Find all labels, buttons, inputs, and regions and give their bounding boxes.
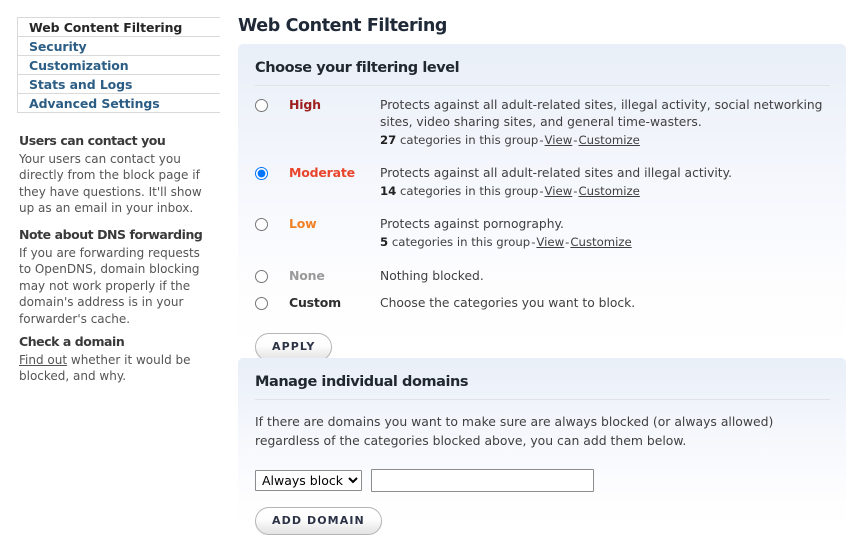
- sidebar-block-check-a-domain: Check a domain Find out whether it would…: [19, 334, 205, 385]
- sidebar: Web Content Filtering Security Customiza…: [0, 0, 232, 528]
- apply-button-wrapper: APPLY: [238, 312, 846, 361]
- apply-button[interactable]: APPLY: [255, 333, 333, 361]
- sidebar-block-users-can-contact-you: Users can contact you Your users can con…: [19, 133, 205, 217]
- radio-low[interactable]: [255, 218, 268, 231]
- find-out-link[interactable]: Find out: [19, 353, 67, 367]
- filter-level-option-high[interactable]: High Protects against all adult-related …: [238, 97, 846, 149]
- sidebar-item-security[interactable]: Security: [18, 37, 220, 56]
- customize-link-low[interactable]: Customize: [570, 235, 631, 249]
- filter-level-description-low: Protects against pornography. 5 categori…: [380, 216, 846, 251]
- page-root: Web Content Filtering Security Customiza…: [0, 0, 858, 535]
- manage-domains-heading: Manage individual domains: [255, 374, 469, 390]
- radio-none[interactable]: [255, 270, 268, 283]
- radio-custom[interactable]: [255, 297, 268, 310]
- filtering-level-heading: Choose your filtering level: [255, 60, 460, 76]
- add-domain-button[interactable]: ADD DOMAIN: [255, 507, 382, 535]
- page-title: Web Content Filtering: [238, 16, 448, 36]
- filtering-level-options: High Protects against all adult-related …: [238, 86, 846, 312]
- sidebar-block-body: Your users can contact you directly from…: [19, 152, 202, 216]
- category-count: 14: [380, 184, 397, 198]
- customize-link-high[interactable]: Customize: [579, 133, 640, 147]
- sidebar-item-web-content-filtering[interactable]: Web Content Filtering: [18, 18, 220, 37]
- filter-level-label-custom: Custom: [289, 295, 341, 310]
- filter-level-option-custom[interactable]: Custom Choose the categories you want to…: [238, 295, 846, 312]
- description-text: Protects against pornography.: [380, 217, 564, 231]
- view-link-high[interactable]: View: [545, 133, 573, 147]
- sidebar-item-advanced-settings[interactable]: Advanced Settings: [18, 94, 220, 113]
- filter-level-description-none: Nothing blocked.: [380, 269, 484, 283]
- filter-level-meta-high: 27 categories in this group-View-Customi…: [380, 132, 838, 149]
- filter-level-option-low[interactable]: Low Protects against pornography. 5 cate…: [238, 216, 846, 251]
- domain-action-select[interactable]: Always block Never block: [255, 470, 362, 491]
- filter-level-meta-moderate: 14 categories in this group-View-Customi…: [380, 183, 838, 200]
- view-link-low[interactable]: View: [536, 235, 564, 249]
- radio-moderate[interactable]: [255, 167, 268, 180]
- filter-level-label-low: Low: [289, 216, 317, 231]
- customize-link-moderate[interactable]: Customize: [579, 184, 640, 198]
- filter-level-description-moderate: Protects against all adult-related sites…: [380, 165, 846, 200]
- add-domain-button-wrapper: ADD DOMAIN: [238, 492, 846, 535]
- filter-level-label-none: None: [289, 268, 325, 283]
- filter-level-description-high: Protects against all adult-related sites…: [380, 97, 846, 149]
- category-count-suffix: categories in this group: [388, 235, 531, 249]
- sidebar-block-body: If you are forwarding requests to OpenDN…: [19, 246, 200, 326]
- category-count-suffix: categories in this group: [396, 133, 539, 147]
- main-content: Web Content Filtering Choose your filter…: [236, 0, 858, 535]
- manage-domains-body: If there are domains you want to make su…: [255, 414, 774, 448]
- filter-level-option-none[interactable]: None Nothing blocked.: [238, 268, 846, 285]
- filter-level-option-moderate[interactable]: Moderate Protects against all adult-rela…: [238, 165, 846, 200]
- category-count: 5: [380, 235, 389, 249]
- filter-level-label-moderate: Moderate: [289, 165, 355, 180]
- sidebar-block-body: Find out whether it would be blocked, an…: [19, 352, 205, 385]
- description-text: Protects against all adult-related sites…: [380, 98, 823, 129]
- filter-level-description-custom: Choose the categories you want to block.: [380, 296, 636, 310]
- sidebar-block-dns-forwarding: Note about DNS forwarding If you are for…: [19, 227, 205, 327]
- filter-level-label-high: High: [289, 97, 321, 112]
- sidebar-item-stats-and-logs[interactable]: Stats and Logs: [18, 75, 220, 94]
- add-domain-form: Always block Never block: [238, 450, 846, 492]
- sidebar-block-heading: Check a domain: [19, 334, 125, 349]
- filter-level-meta-low: 5 categories in this group-View-Customiz…: [380, 234, 838, 251]
- category-count: 27: [380, 133, 397, 147]
- domain-input[interactable]: [371, 469, 594, 492]
- category-count-suffix: categories in this group: [396, 184, 539, 198]
- description-text: Protects against all adult-related sites…: [380, 166, 733, 180]
- sidebar-block-heading: Note about DNS forwarding: [19, 227, 203, 242]
- view-link-moderate[interactable]: View: [545, 184, 573, 198]
- radio-high[interactable]: [255, 99, 268, 112]
- filtering-level-panel: Choose your filtering level High Protect…: [238, 44, 846, 361]
- manage-domains-panel: Manage individual domains If there are d…: [238, 358, 846, 535]
- sidebar-item-customization[interactable]: Customization: [18, 56, 220, 75]
- sidebar-block-heading: Users can contact you: [19, 133, 166, 148]
- sidebar-nav: Web Content Filtering Security Customiza…: [17, 17, 220, 113]
